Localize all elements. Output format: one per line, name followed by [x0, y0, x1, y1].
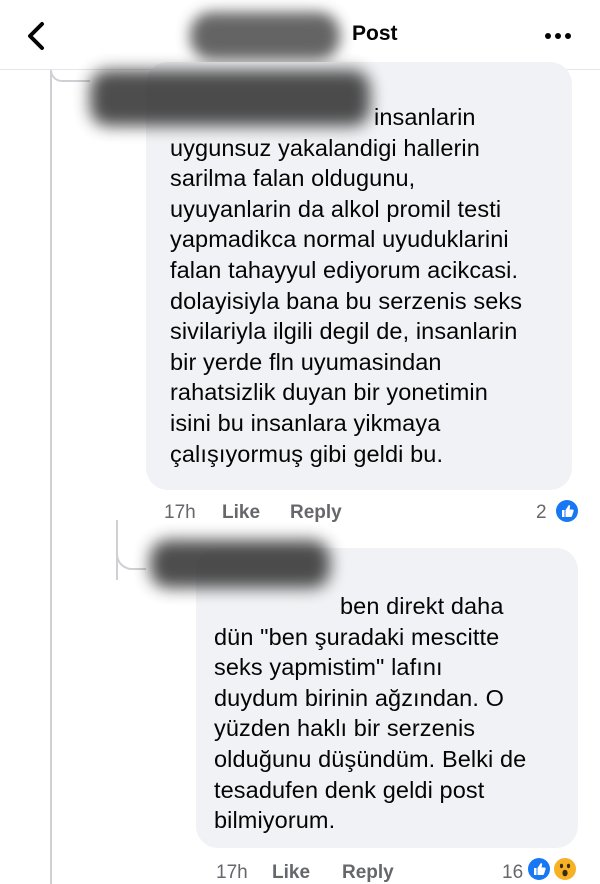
thread-connector — [50, 70, 90, 82]
like-button[interactable]: Like — [272, 862, 310, 884]
redacted-page-name — [190, 12, 340, 60]
reply-text: ben direkt daha dün "ben şuradaki mescit… — [214, 593, 527, 834]
more-horizontal-icon — [545, 33, 571, 39]
reaction-count[interactable]: 2 — [536, 502, 547, 524]
reply-thread-connector — [116, 540, 146, 570]
back-button[interactable] — [18, 18, 58, 54]
wow-icon — [552, 856, 578, 882]
reply-button[interactable]: Reply — [290, 502, 342, 524]
thread-line — [50, 70, 52, 884]
comment-timestamp: 17h — [164, 502, 196, 523]
like-icon — [528, 858, 550, 880]
redacted-author — [150, 540, 330, 588]
chevron-left-icon — [28, 22, 44, 50]
reply-button[interactable]: Reply — [342, 862, 394, 884]
reaction-count[interactable]: 16 — [502, 862, 523, 884]
top-bar: Post — [0, 0, 600, 70]
like-button[interactable]: Like — [222, 502, 260, 524]
like-icon — [556, 500, 578, 522]
comment-text: insanlarin uygunsuz yakalandigi hallerin… — [170, 104, 523, 467]
more-options-button[interactable] — [540, 26, 580, 46]
page-title: Post — [352, 22, 398, 45]
reply-timestamp: 17h — [216, 862, 248, 883]
